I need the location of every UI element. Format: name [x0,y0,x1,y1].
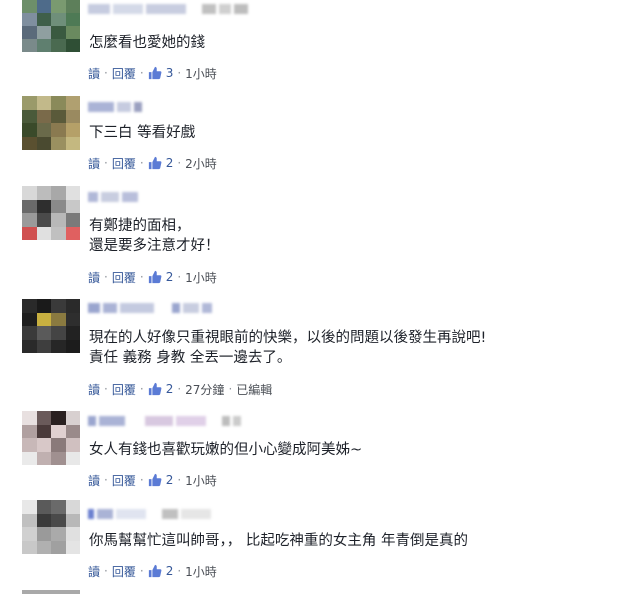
read-link[interactable]: 讀 [88,563,100,580]
comment-text: 有鄭捷的面相， 還是要多注意才好！ [89,218,220,254]
comment-actions: 讀 · 回覆 · 2 · 27分鐘 · 已編輯 [88,381,273,398]
thumbs-up-icon[interactable] [148,66,162,80]
timestamp[interactable]: 1小時 [185,563,217,580]
comment-text: 女人有錢也喜歡玩嫩的但小心變成阿美姊~ [89,442,363,458]
author-name[interactable] [88,190,138,204]
like-count[interactable]: 2 [166,156,174,170]
thumbs-up-icon[interactable] [148,156,162,170]
comment-text: 現在的人好像只重視眼前的快樂，以後的問題以後發生再說吧! 責任 義務 身教 全丟… [89,330,487,366]
read-link[interactable]: 讀 [88,472,100,489]
thumbs-up-icon[interactable] [148,382,162,396]
comment-actions: 讀 · 回覆 · 2 · 1小時 [88,269,217,286]
thumbs-up-icon[interactable] [148,473,162,487]
read-link[interactable]: 讀 [88,269,100,286]
timestamp[interactable]: 1小時 [185,472,217,489]
comment-text: 你馬幫幫忙這叫帥哥，， 比起吃神重的女主角 年青倒是真的 [89,533,468,549]
author-name[interactable] [88,507,211,521]
author-name[interactable] [88,100,142,114]
like-count[interactable]: 2 [166,473,174,487]
like-count[interactable]: 2 [166,382,174,396]
avatar[interactable] [22,299,80,353]
reply-link[interactable]: 回覆 [112,563,136,580]
read-link[interactable]: 讀 [88,65,100,82]
author-name[interactable] [88,2,248,16]
timestamp[interactable]: 2小時 [185,155,217,172]
like-count[interactable]: 3 [166,66,174,80]
read-link[interactable]: 讀 [88,155,100,172]
reply-link[interactable]: 回覆 [112,472,136,489]
next-avatar-edge [22,590,80,594]
avatar[interactable] [22,500,80,554]
reply-link[interactable]: 回覆 [112,269,136,286]
timestamp[interactable]: 27分鐘 [185,381,224,398]
thumbs-up-icon[interactable] [148,270,162,284]
comment-actions: 讀 · 回覆 · 3 · 1小時 [88,65,217,82]
comment-text: 怎麼看也愛她的錢 [89,35,205,51]
avatar[interactable] [22,96,80,150]
avatar[interactable] [22,186,80,240]
timestamp[interactable]: 1小時 [185,65,217,82]
reply-link[interactable]: 回覆 [112,381,136,398]
edited-label[interactable]: 已編輯 [236,381,272,398]
reply-link[interactable]: 回覆 [112,65,136,82]
read-link[interactable]: 讀 [88,381,100,398]
author-name[interactable] [88,301,212,315]
thumbs-up-icon[interactable] [148,564,162,578]
avatar[interactable] [22,0,80,52]
avatar[interactable] [22,411,80,465]
comment-text: 下三白 等看好戲 [89,125,196,141]
timestamp[interactable]: 1小時 [185,269,217,286]
comment-actions: 讀 · 回覆 · 2 · 1小時 [88,563,217,580]
like-count[interactable]: 2 [166,270,174,284]
comment-actions: 讀 · 回覆 · 2 · 2小時 [88,155,217,172]
author-name[interactable] [88,414,241,428]
comment-actions: 讀 · 回覆 · 2 · 1小時 [88,472,217,489]
like-count[interactable]: 2 [166,564,174,578]
reply-link[interactable]: 回覆 [112,155,136,172]
